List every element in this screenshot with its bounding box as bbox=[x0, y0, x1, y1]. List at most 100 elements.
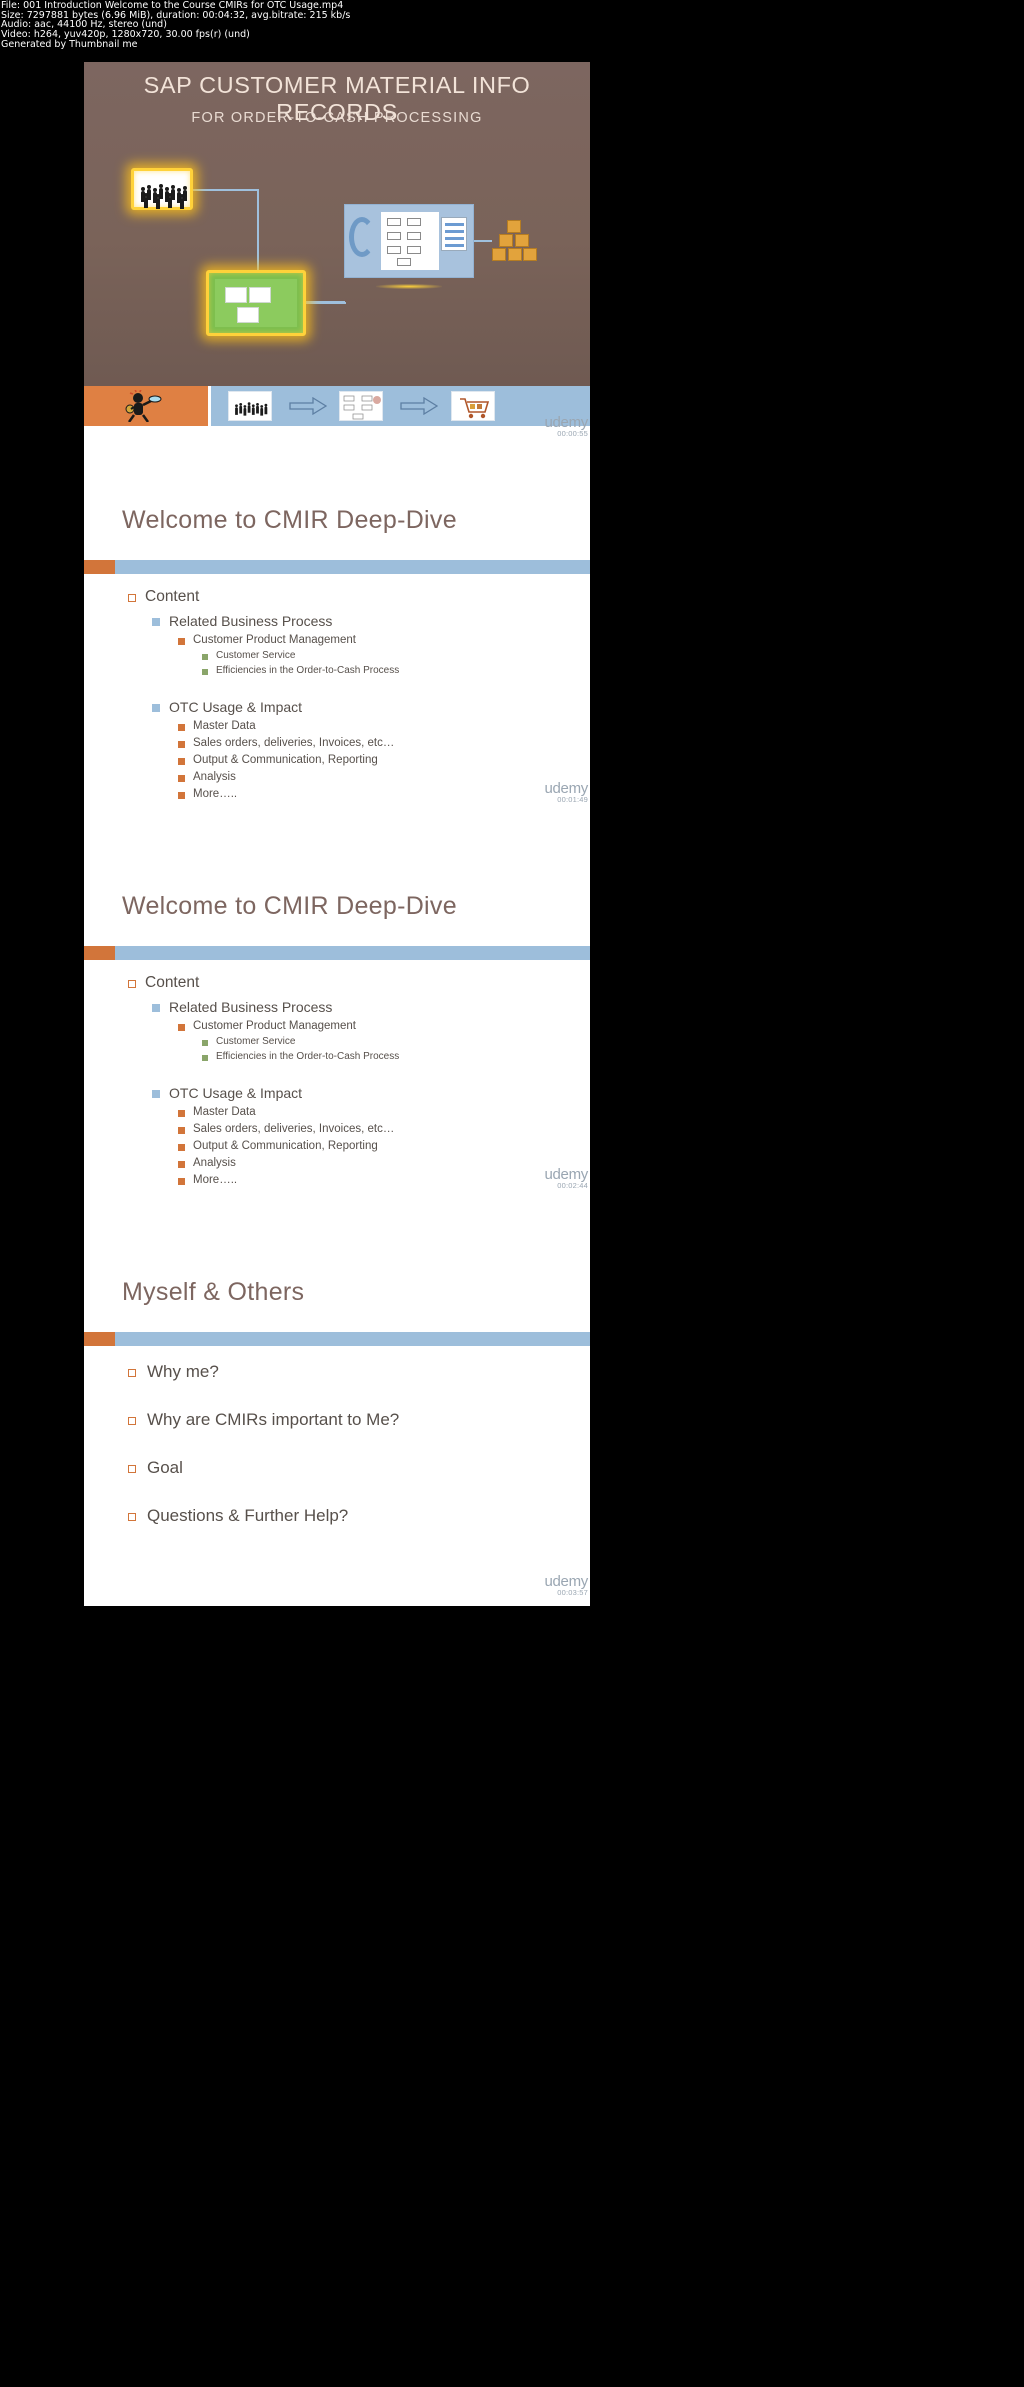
video-frame-4: Myself & Others Why me? Why are CMIRs im… bbox=[84, 1220, 590, 1606]
bullet-marker-blue bbox=[152, 618, 160, 626]
material-card-2 bbox=[249, 287, 271, 303]
bullet-marker-blue bbox=[152, 704, 160, 712]
slide-subheading: FOR ORDER-TO-CASH PROCESSING bbox=[191, 110, 483, 126]
video-frame-2: Welcome to CMIR Deep-Dive Content Relate… bbox=[84, 448, 590, 834]
connector-line-to-boxes bbox=[474, 240, 492, 242]
udemy-watermark-3: udemy 00:02:44 bbox=[544, 1166, 588, 1190]
process-diagram-box bbox=[344, 204, 474, 278]
list-item-label: Related Business Process bbox=[169, 613, 333, 629]
list-item-label: Questions & Further Help? bbox=[147, 1506, 349, 1525]
bullet-marker-blue bbox=[152, 1004, 160, 1012]
people-group-icon-small bbox=[233, 396, 268, 416]
bullet-marker-orange bbox=[178, 741, 185, 748]
list-item-label: Analysis bbox=[193, 1157, 236, 1169]
footer-thumb-people bbox=[228, 391, 272, 421]
slide-title: Welcome to CMIR Deep-Dive bbox=[122, 892, 457, 920]
list-item: Customer Service bbox=[122, 650, 562, 661]
list-item: Efficiencies in the Order-to-Cash Proces… bbox=[122, 665, 562, 676]
people-group-icon bbox=[138, 175, 187, 209]
list-item: Master Data bbox=[122, 720, 562, 732]
list-item: Content bbox=[122, 974, 562, 992]
connector-line-horizontal-top bbox=[193, 189, 259, 191]
highlight-underline bbox=[376, 284, 442, 289]
list-item-label: Goal bbox=[147, 1458, 183, 1477]
list-item: Goal bbox=[122, 1458, 562, 1478]
slide-title: Myself & Others bbox=[122, 1278, 305, 1306]
shopping-cart-icon bbox=[460, 398, 490, 419]
bullet-marker-square-outline bbox=[128, 594, 136, 602]
list-item-label: Why me? bbox=[147, 1362, 219, 1381]
title-slide: SAP CUSTOMER MATERIAL INFO RECORDS FOR O… bbox=[84, 62, 590, 448]
footer-thumb-cart bbox=[451, 391, 495, 421]
list-item-label: Output & Communication, Reporting bbox=[193, 1140, 378, 1152]
list-item: Customer Product Management bbox=[122, 1020, 562, 1032]
materials-inner-panel bbox=[215, 279, 297, 327]
list-item: Customer Service bbox=[122, 1036, 562, 1047]
video-frame-3: Welcome to CMIR Deep-Dive Content Relate… bbox=[84, 834, 590, 1220]
bullet-marker-orange bbox=[178, 758, 185, 765]
metadata-video-line: Video: h264, yuv420p, 1280x720, 30.00 fp… bbox=[1, 29, 250, 41]
slide-divider-accent bbox=[84, 560, 115, 574]
metadata-generator-line: Generated by Thumbnail me bbox=[1, 38, 138, 50]
udemy-watermark-2: udemy 00:01:49 bbox=[544, 780, 588, 804]
list-item: Output & Communication, Reporting bbox=[122, 754, 562, 766]
bullet-marker-orange bbox=[178, 724, 185, 731]
bullet-marker-green bbox=[202, 1040, 208, 1046]
list-item: Sales orders, deliveries, Invoices, etc… bbox=[122, 1123, 562, 1135]
list-item: OTC Usage & Impact bbox=[122, 699, 562, 715]
video-frame-1: SAP CUSTOMER MATERIAL INFO RECORDS FOR O… bbox=[84, 62, 590, 448]
list-item: Output & Communication, Reporting bbox=[122, 1140, 562, 1152]
list-item-label: Why are CMIRs important to Me? bbox=[147, 1410, 400, 1429]
bullet-marker-square-outline bbox=[128, 980, 136, 988]
bullet-marker-orange bbox=[178, 1110, 185, 1117]
bullet-marker-orange bbox=[178, 1024, 185, 1031]
list-item-label: Sales orders, deliveries, Invoices, etc… bbox=[193, 737, 395, 749]
slide-title: Welcome to CMIR Deep-Dive bbox=[122, 506, 457, 534]
footer-segment-blue bbox=[211, 386, 590, 426]
bullet-marker-orange bbox=[178, 638, 185, 645]
bullet-marker-orange bbox=[178, 1127, 185, 1134]
video-metadata-block: File: 001 Introduction Welcome to the Co… bbox=[0, 0, 1024, 49]
process-flow-nodes bbox=[385, 216, 435, 266]
bullet-list-2: Content Related Business Process Custome… bbox=[122, 974, 562, 1186]
list-item-label: More….. bbox=[193, 788, 238, 800]
content-slide-1: Welcome to CMIR Deep-Dive Content Relate… bbox=[84, 448, 590, 834]
cycle-arrow-icon bbox=[349, 217, 375, 257]
udemy-watermark-4: udemy 00:03:57 bbox=[544, 1573, 588, 1597]
footer-segment-orange bbox=[84, 386, 208, 426]
list-item-label: Customer Service bbox=[216, 1036, 296, 1047]
content-slide-2: Welcome to CMIR Deep-Dive Content Relate… bbox=[84, 834, 590, 1220]
runner-icon bbox=[125, 390, 162, 422]
people-image-box bbox=[131, 168, 193, 210]
list-item-label: Efficiencies in the Order-to-Cash Proces… bbox=[216, 665, 400, 676]
list-item: Analysis bbox=[122, 1157, 562, 1169]
list-item-label: Related Business Process bbox=[169, 999, 333, 1015]
list-item-label: Sales orders, deliveries, Invoices, etc… bbox=[193, 1123, 395, 1135]
list-item: More….. bbox=[122, 788, 562, 800]
udemy-watermark-1: udemy 00:00:55 bbox=[544, 414, 588, 438]
list-item-label: Master Data bbox=[193, 720, 256, 732]
list-item-label: More….. bbox=[193, 1174, 238, 1186]
list-item-label: Efficiencies in the Order-to-Cash Proces… bbox=[216, 1051, 400, 1062]
materials-image-box bbox=[206, 270, 306, 336]
footer-arrow-icon-2 bbox=[400, 397, 438, 415]
process-thumb-icon bbox=[343, 395, 381, 420]
list-item: Related Business Process bbox=[122, 999, 562, 1015]
slide-divider-accent bbox=[84, 1332, 115, 1346]
material-card-1 bbox=[225, 287, 247, 303]
thumbnail-contact-sheet: File: 001 Introduction Welcome to the Co… bbox=[0, 0, 1024, 2387]
list-item-label: Customer Product Management bbox=[193, 1020, 356, 1032]
bullet-marker-green bbox=[202, 669, 208, 675]
content-slide-3: Myself & Others Why me? Why are CMIRs im… bbox=[84, 1220, 590, 1606]
frame-grid: SAP CUSTOMER MATERIAL INFO RECORDS FOR O… bbox=[84, 62, 590, 1606]
bullet-marker-orange bbox=[178, 792, 185, 799]
bullet-marker-square-outline bbox=[128, 1369, 136, 1377]
bullet-marker-square-outline bbox=[128, 1513, 136, 1521]
list-item: Customer Product Management bbox=[122, 634, 562, 646]
list-item-label: OTC Usage & Impact bbox=[169, 699, 303, 715]
list-item-label: Analysis bbox=[193, 771, 236, 783]
list-item: Questions & Further Help? bbox=[122, 1506, 562, 1526]
list-item: Content bbox=[122, 588, 562, 606]
